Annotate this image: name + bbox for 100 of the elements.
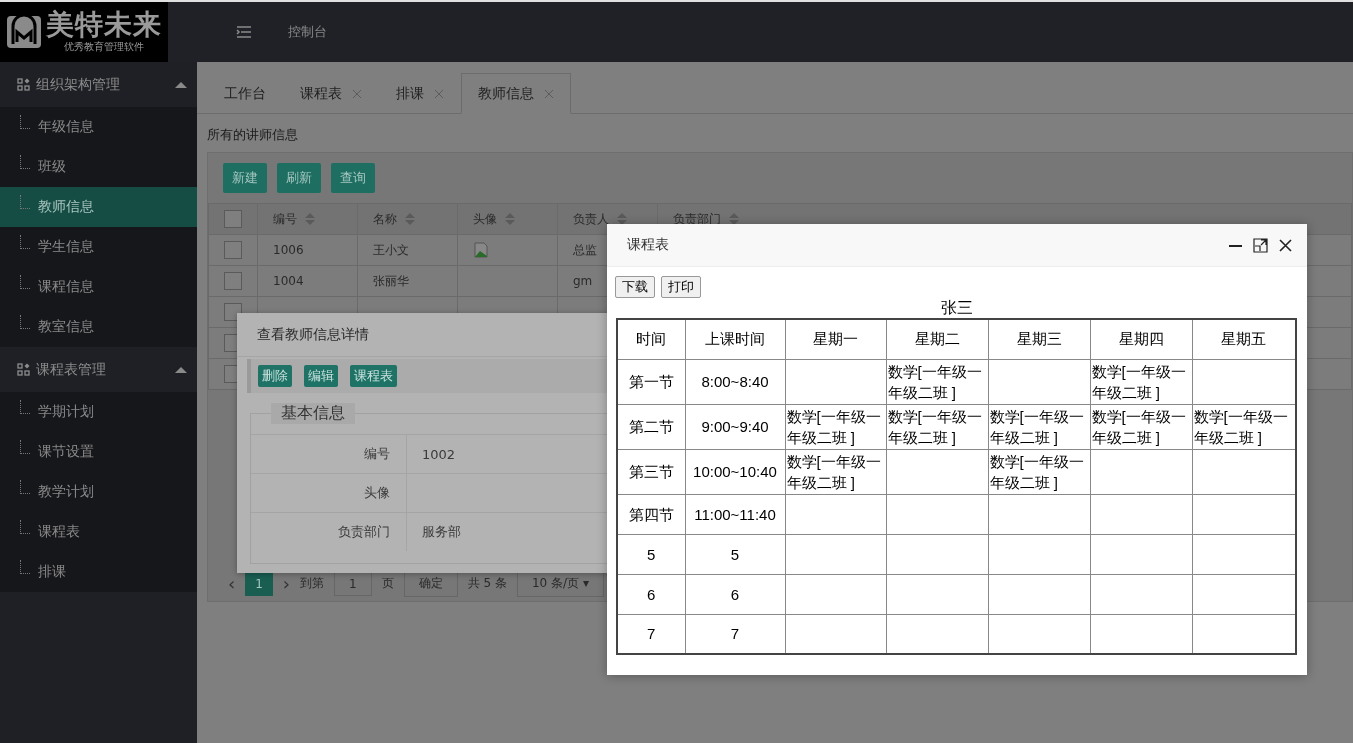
sort-icon[interactable]	[729, 213, 739, 225]
section-title: 基本信息	[271, 403, 355, 424]
grid-icon	[17, 78, 30, 91]
field-label: 编号	[251, 435, 407, 473]
checkbox[interactable]	[224, 241, 242, 259]
period-cell: 5	[647, 545, 656, 563]
lesson-cell: 数学[一年级一年级二班 ]	[1091, 362, 1186, 401]
prev-icon[interactable]: ‹	[228, 574, 236, 593]
table-cell: 1004	[273, 274, 304, 288]
lesson-cell: 数学[一年级一年级二班 ]	[887, 362, 982, 401]
time-cell: 7	[730, 625, 740, 643]
checkbox[interactable]	[224, 272, 242, 290]
close-icon[interactable]	[1278, 237, 1293, 253]
sort-icon[interactable]	[617, 213, 627, 225]
sidebar-item[interactable]: 年级信息	[0, 107, 197, 147]
table-cell: 1006	[273, 243, 304, 257]
sidebar-item[interactable]: 课节设置	[0, 432, 197, 472]
sidebar-item[interactable]: 学期计划	[0, 392, 197, 432]
sidebar-item[interactable]: 课程信息	[0, 267, 197, 307]
column-header: 头像	[473, 211, 497, 226]
lesson-cell: 数学[一年级一年级二班 ]	[786, 452, 881, 491]
column-header: 星期五	[1221, 329, 1267, 347]
dialog-title: 课程表	[627, 236, 669, 254]
column-header: 星期二	[914, 329, 960, 347]
time-cell: 6	[730, 585, 740, 603]
group-title: 组织架构管理	[36, 75, 120, 94]
sidebar-item[interactable]: 教室信息	[0, 307, 197, 347]
column-header: 时间	[636, 329, 667, 347]
action-button[interactable]: 下载	[615, 276, 655, 298]
tab[interactable]: 课程表	[283, 73, 379, 114]
column-header: 星期三	[1016, 329, 1062, 347]
period-cell: 第四节	[628, 505, 674, 523]
logo-tagline: 优秀教育管理软件	[64, 40, 144, 54]
action-button[interactable]: 删除	[258, 365, 292, 387]
logo-icon	[6, 14, 42, 50]
nav-link[interactable]: 控制台	[288, 23, 327, 41]
field-value: 服务部	[422, 523, 461, 541]
time-cell: 9:00~9:40	[701, 418, 769, 435]
lesson-cell: 数学[一年级一年级二班 ]	[786, 407, 881, 446]
group-title: 课程表管理	[36, 360, 106, 379]
time-cell: 11:00~11:40	[694, 505, 776, 523]
column-header: 负责人	[573, 211, 609, 226]
field-label: 负责部门	[251, 513, 407, 551]
action-button[interactable]: 编辑	[304, 365, 338, 387]
time-cell: 8:00~8:40	[701, 373, 769, 390]
page-title: 所有的讲师信息	[206, 126, 299, 144]
lesson-cell: 数学[一年级一年级二班 ]	[1193, 407, 1288, 446]
maximize-icon[interactable]	[1253, 237, 1268, 253]
collapse-icon[interactable]	[175, 81, 187, 88]
goto-label: 到第	[300, 575, 325, 592]
logo-name: 美特未来	[46, 10, 162, 40]
menu-icon[interactable]	[236, 26, 252, 38]
column-header: 编号	[273, 211, 297, 226]
next-icon[interactable]: ›	[282, 574, 291, 593]
period-cell: 6	[647, 585, 656, 603]
teacher-name: 张三	[940, 298, 974, 318]
column-header: 名称	[373, 211, 397, 226]
period-cell: 第一节	[628, 373, 674, 390]
sidebar-item[interactable]: 班级	[0, 147, 197, 187]
page-label: 页	[381, 575, 394, 592]
lesson-cell: 数学[一年级一年级二班 ]	[887, 407, 982, 446]
toolbar-button[interactable]: 查询	[331, 163, 375, 193]
toolbar-button[interactable]: 新建	[223, 163, 267, 193]
table-cell: gm	[573, 274, 593, 288]
dialog-title: 查看教师信息详情	[257, 325, 369, 344]
tab[interactable]: 排课	[379, 73, 461, 114]
sidebar-item[interactable]: 教学计划	[0, 472, 197, 512]
checkbox[interactable]	[224, 303, 242, 321]
collapse-icon[interactable]	[175, 366, 187, 373]
column-header: 上课时间	[705, 329, 765, 347]
period-cell: 第二节	[628, 418, 674, 435]
page-number[interactable]: 1	[245, 571, 273, 596]
period-cell: 第三节	[628, 463, 674, 480]
field-value: 1002	[422, 446, 456, 462]
grid-icon	[17, 363, 30, 376]
column-header: 星期四	[1118, 329, 1164, 347]
field-label: 头像	[251, 474, 407, 512]
total-count: 共 5 条	[467, 575, 507, 592]
time-cell: 5	[730, 545, 740, 563]
tab[interactable]: 教师信息	[461, 73, 571, 114]
sidebar-item[interactable]: 学生信息	[0, 227, 197, 267]
tab[interactable]: 工作台	[207, 73, 283, 114]
lesson-cell: 数学[一年级一年级二班 ]	[989, 452, 1084, 491]
lesson-cell: 数学[一年级一年级二班 ]	[989, 407, 1084, 446]
sidebar-item[interactable]: 排课	[0, 552, 197, 592]
table-cell: 总监	[573, 242, 597, 257]
column-header: 星期一	[813, 329, 858, 347]
sidebar-group[interactable]: 组织架构管理	[0, 62, 197, 107]
checkbox[interactable]	[224, 210, 242, 228]
sidebar-item[interactable]: 课程表	[0, 512, 197, 552]
action-button[interactable]: 课程表	[350, 365, 397, 387]
sidebar-item[interactable]: 教师信息	[0, 187, 197, 227]
period-cell: 7	[647, 625, 656, 643]
sidebar-group[interactable]: 课程表管理	[0, 347, 197, 392]
table-cell: 王小文	[373, 242, 409, 257]
toolbar-button[interactable]: 刷新	[277, 163, 321, 193]
table-cell: 张丽华	[373, 273, 409, 288]
lesson-cell: 数学[一年级一年级二班 ]	[1091, 407, 1186, 446]
time-cell: 10:00~10:40	[693, 463, 777, 480]
action-button[interactable]: 打印	[661, 276, 701, 298]
